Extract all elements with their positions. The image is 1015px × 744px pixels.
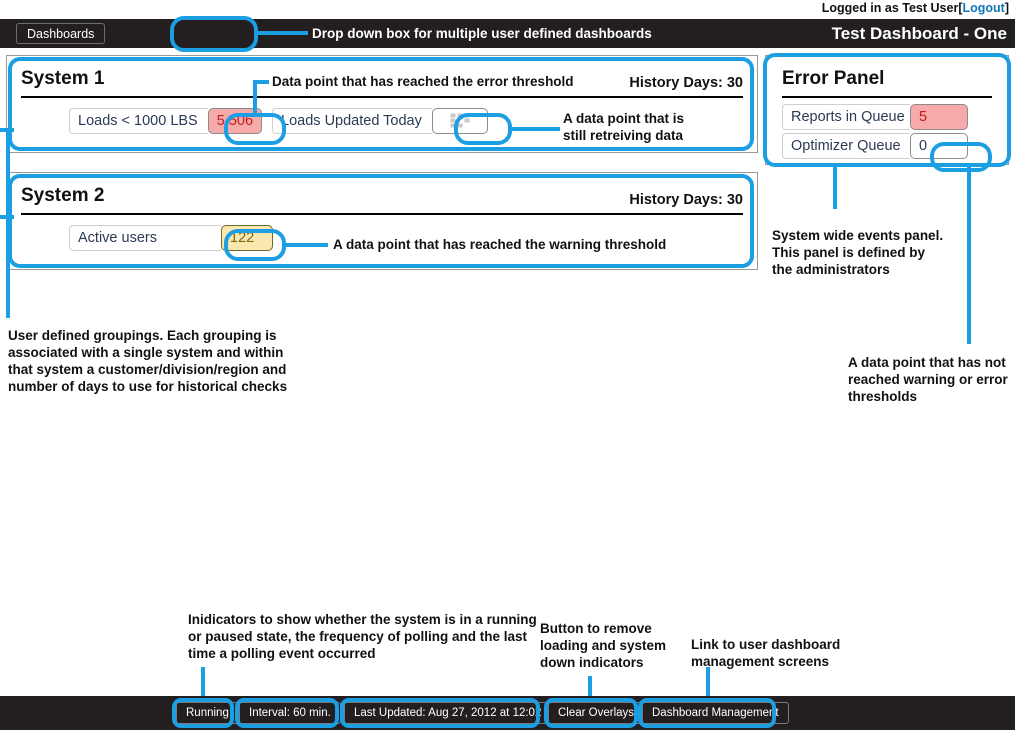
running-status-button[interactable]: Running: [176, 702, 239, 724]
annotation-warning-threshold: A data point that has reached the warnin…: [333, 237, 667, 252]
dashboards-dropdown[interactable]: Dashboards: [16, 23, 106, 44]
datapoint-loads-under-1000[interactable]: Loads < 1000 LBS 5,506: [69, 108, 263, 134]
datapoint-label: Optimizer Queue: [782, 133, 910, 159]
footer-padding: [0, 730, 1015, 744]
panel-1-history-days: History Days: 30: [629, 75, 743, 91]
error-panel-header: Error Panel: [782, 56, 992, 98]
error-panel: Error Panel Reports in Queue 5 Optimizer…: [765, 55, 1009, 165]
annotation-groupings: User defined groupings. Each grouping is…: [8, 328, 288, 394]
system-panel-2: System 2 History Days: 30 Active users 1…: [6, 172, 758, 270]
datapoint-label: Loads Updated Today: [272, 108, 432, 134]
annotation-error-panel: System wide events panel. This panel is …: [772, 228, 944, 277]
interval-status-button[interactable]: Interval: 60 min.: [239, 702, 341, 724]
dashboard-management-link[interactable]: Dashboard Management: [642, 702, 789, 724]
clear-overlays-button[interactable]: Clear Overlays: [548, 702, 645, 724]
panel-2-title: System 2: [21, 185, 105, 206]
error-panel-body: Reports in Queue 5 Optimizer Queue 0: [766, 98, 1008, 159]
annotation-error-threshold: Data point that has reached the error th…: [272, 74, 574, 89]
datapoint-reports-in-queue[interactable]: Reports in Queue 5: [782, 104, 992, 130]
leader-line-error-value-vertical: [253, 80, 257, 114]
datapoint-label: Loads < 1000 LBS: [69, 108, 208, 134]
datapoint-label: Active users: [69, 225, 221, 251]
datapoint-value-loading[interactable]: [431, 108, 488, 134]
leader-line-dropdown: [258, 31, 308, 35]
annotation-dashboard-management: Link to user dashboard management screen…: [691, 637, 841, 669]
leader-line-warning: [286, 243, 328, 247]
leader-line-normal-value: [967, 166, 971, 344]
datapoint-optimizer-queue[interactable]: Optimizer Queue 0: [782, 133, 992, 159]
error-panel-title: Error Panel: [782, 68, 885, 89]
datapoint-label: Reports in Queue: [782, 104, 910, 130]
annotation-dropdown: Drop down box for multiple user defined …: [312, 26, 652, 41]
panel-2-header: System 2 History Days: 30: [21, 173, 743, 215]
logged-in-user-text: Logged in as Test User: [821, 1, 959, 15]
panel-1-title: System 1: [21, 68, 105, 89]
login-status-bar: Logged in as Test User[Logout]: [0, 0, 1015, 18]
last-updated-status-button[interactable]: Last Updated: Aug 27, 2012 at 12:02 pm: [344, 702, 571, 724]
datapoint-loads-updated-today[interactable]: Loads Updated Today: [272, 108, 488, 134]
datapoint-active-users[interactable]: Active users 122: [69, 225, 273, 251]
logout-link[interactable]: Logout: [962, 1, 1004, 15]
dashboard-title: Test Dashboard - One: [831, 24, 1007, 43]
loading-spinner-icon: [450, 113, 470, 129]
bracket-close: ]: [1004, 1, 1009, 15]
annotation-loading: A data point that is still retreiving da…: [563, 111, 684, 143]
annotation-clear-overlays: Button to remove loading and system down…: [540, 621, 667, 670]
datapoint-value-warning[interactable]: 122: [221, 225, 273, 251]
datapoint-value-error[interactable]: 5: [910, 104, 968, 130]
leader-line-groupings-vertical: [6, 128, 10, 318]
panel-2-history-days: History Days: 30: [629, 192, 743, 208]
leader-line-loading: [512, 127, 560, 131]
annotation-no-threshold: A data point that has not reached warnin…: [848, 355, 1008, 404]
leader-line-error-panel: [833, 167, 837, 209]
annotation-indicators: Inidicators to show whether the system i…: [188, 612, 537, 661]
datapoint-value-normal[interactable]: 0: [910, 133, 968, 159]
status-footer-bar: Running Interval: 60 min. Last Updated: …: [0, 696, 1015, 730]
leader-line-error-value-horizontal: [253, 80, 269, 84]
